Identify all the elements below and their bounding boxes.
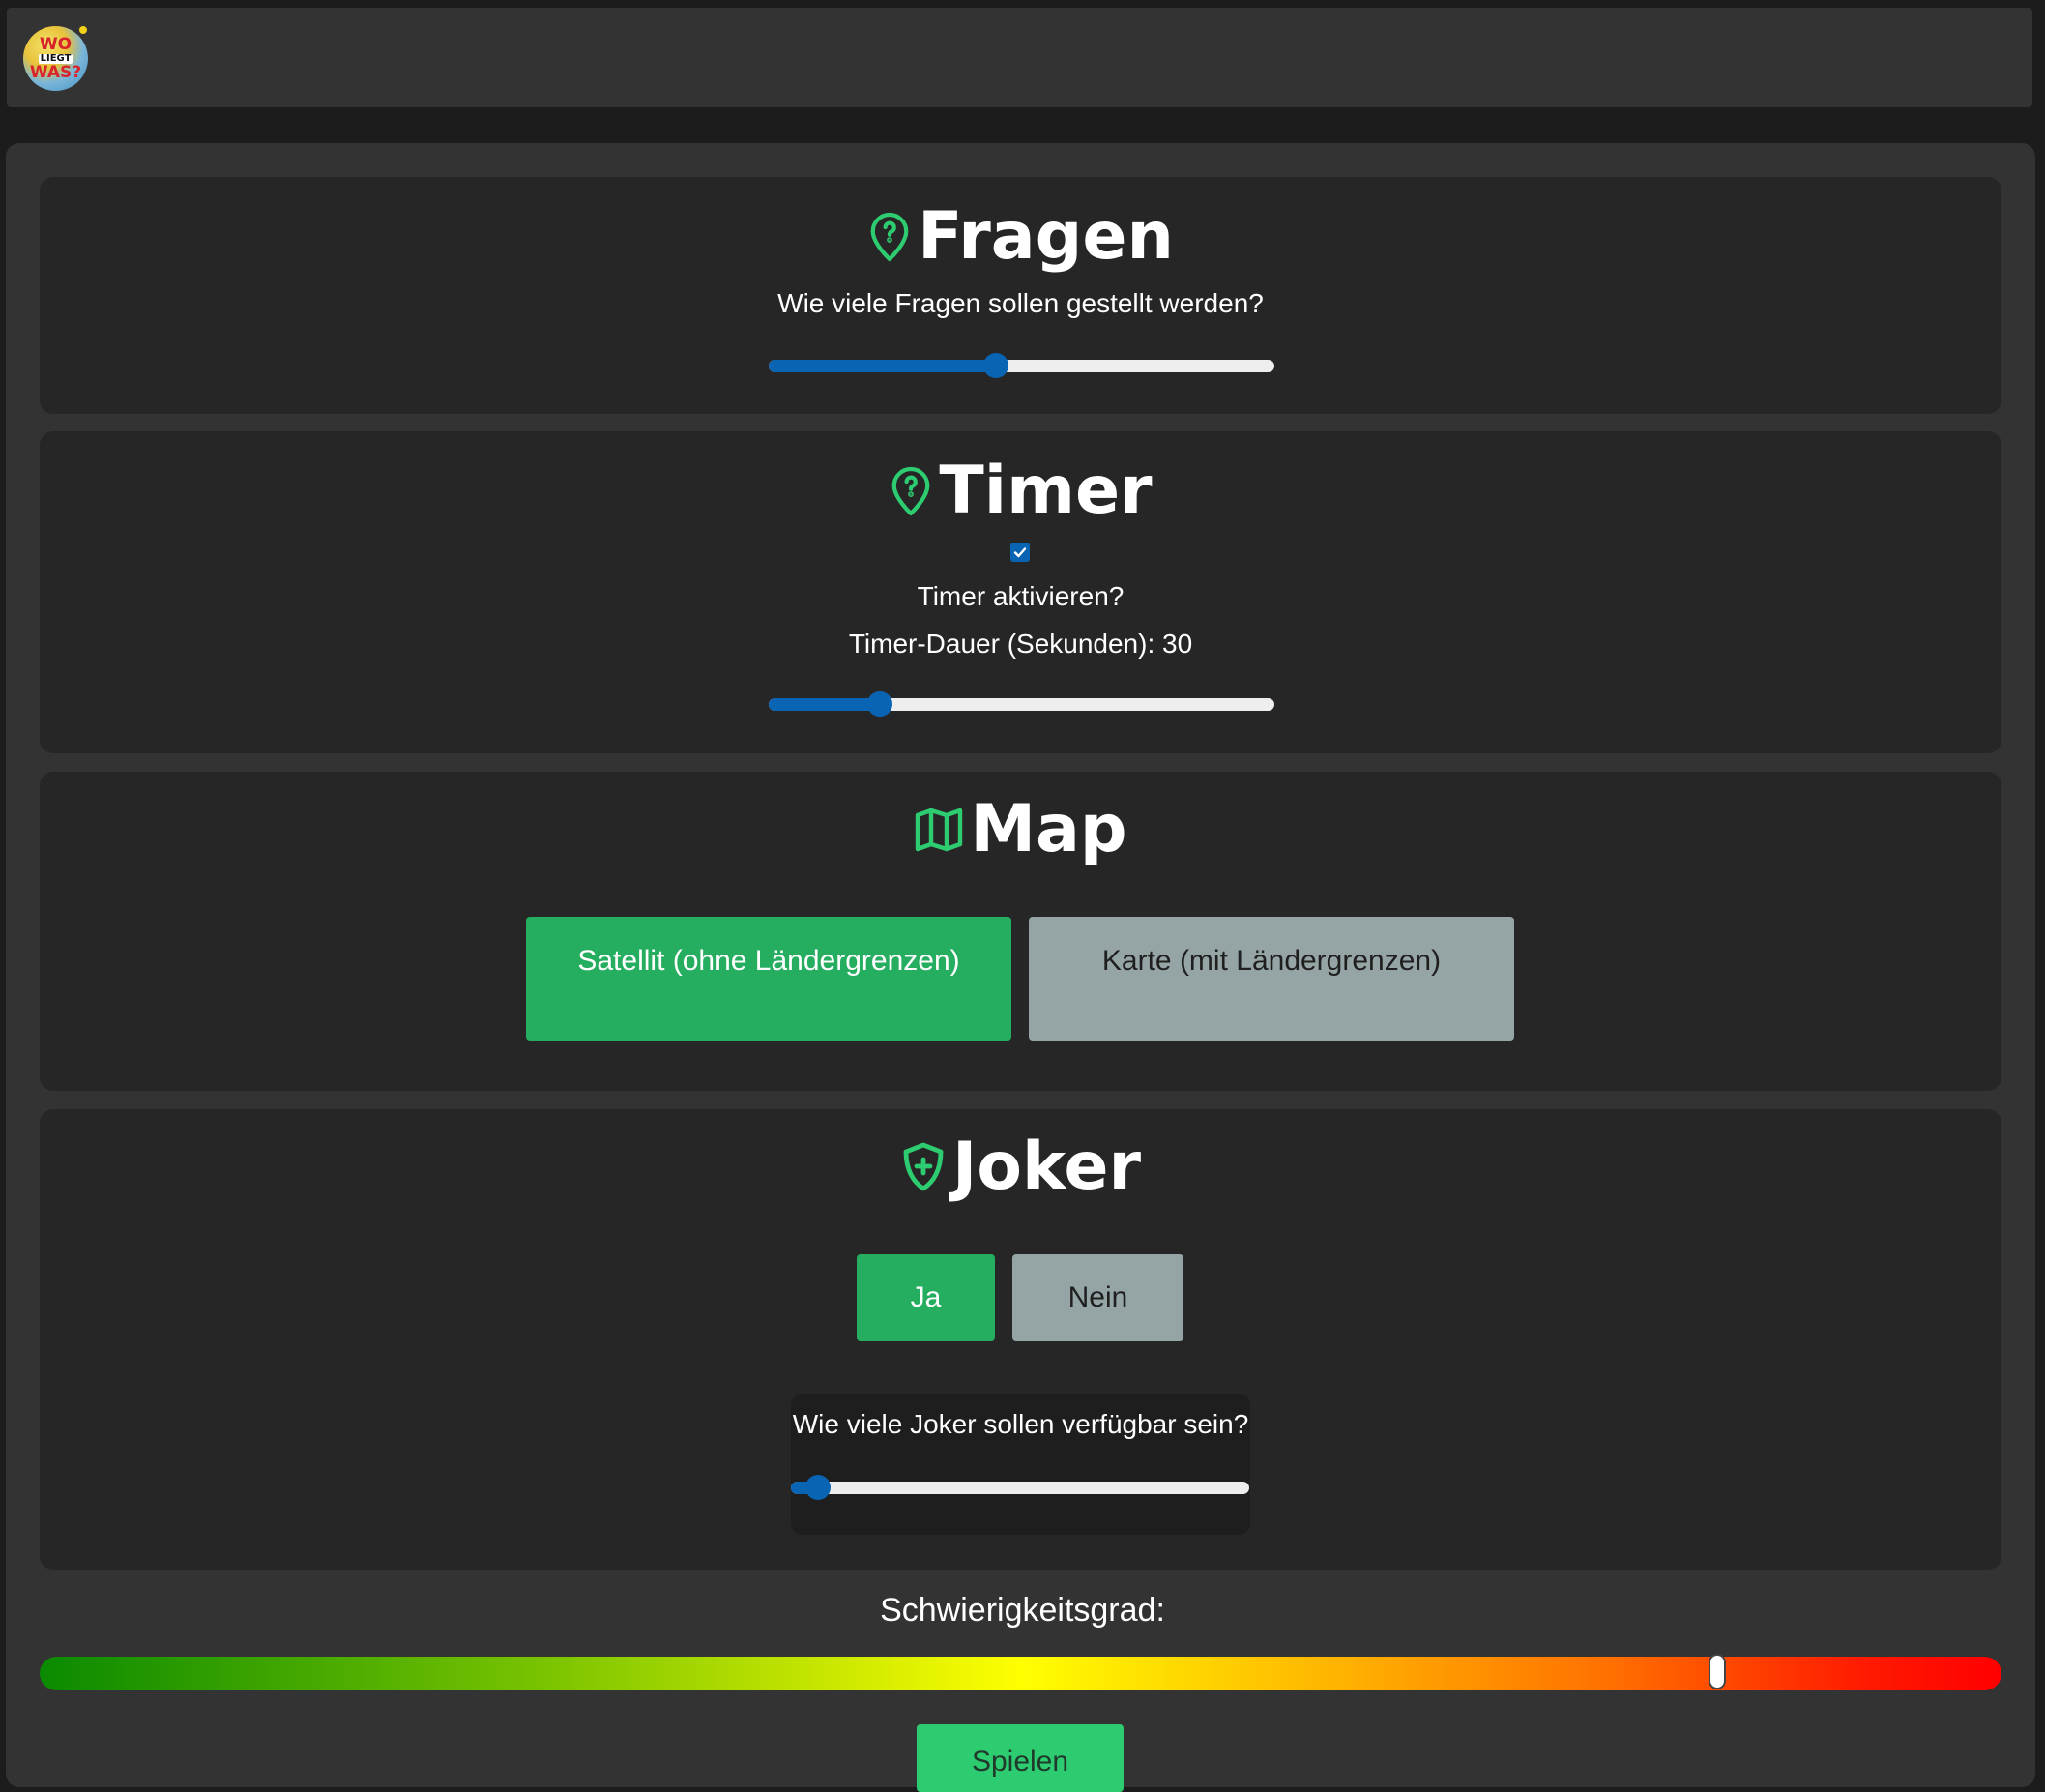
timer-duration-slider[interactable] bbox=[769, 691, 1274, 717]
difficulty-slider[interactable] bbox=[40, 1654, 2001, 1690]
questions-heading: Fragen bbox=[40, 204, 2001, 270]
map-pin-question-icon bbox=[867, 211, 912, 263]
play-button[interactable]: Spielen bbox=[917, 1724, 1124, 1792]
timer-enable-label: Timer aktivieren? bbox=[917, 581, 1125, 611]
logo-text-line3: WAS? bbox=[29, 62, 82, 82]
timer-duration-label: Timer-Dauer (Sekunden): 30 bbox=[848, 629, 1193, 659]
slider-fill bbox=[769, 698, 881, 711]
checkmark-icon bbox=[1013, 547, 1027, 558]
questions-card: Fragen Wie viele Fragen sollen gestellt … bbox=[40, 177, 2001, 414]
joker-count-slider[interactable] bbox=[791, 1475, 1249, 1500]
timer-enable-checkbox[interactable] bbox=[1010, 543, 1030, 562]
joker-title: Joker bbox=[951, 1129, 1142, 1205]
timer-title: Timer bbox=[939, 453, 1153, 529]
timer-heading: Timer bbox=[40, 458, 2001, 524]
difficulty-label: Schwierigkeitsgrad: bbox=[880, 1592, 1165, 1629]
timer-card: Timer Timer aktivieren? Timer-Dauer (Sek… bbox=[40, 431, 2001, 753]
app-logo[interactable]: WO LIEGT WAS? bbox=[23, 26, 88, 91]
logo-dot bbox=[79, 26, 87, 34]
map-icon bbox=[914, 806, 964, 854]
questions-prompt: Wie viele Fragen sollen gestellt werden? bbox=[777, 288, 1264, 318]
joker-heading: Joker bbox=[40, 1134, 2001, 1200]
logo-text-line2: LIEGT bbox=[38, 52, 73, 64]
top-navbar bbox=[7, 8, 2032, 107]
joker-count-prompt: Wie viele Joker sollen verfügbar sein? bbox=[792, 1409, 1249, 1439]
slider-thumb[interactable] bbox=[867, 691, 893, 717]
joker-count-box: Wie viele Joker sollen verfügbar sein? bbox=[791, 1394, 1250, 1535]
questions-title: Fragen bbox=[918, 198, 1174, 275]
joker-yes-button[interactable]: Ja bbox=[857, 1254, 995, 1341]
map-title: Map bbox=[970, 791, 1127, 867]
logo-text-line1: WO bbox=[39, 34, 73, 54]
difficulty-slider-thumb[interactable] bbox=[1708, 1654, 1726, 1689]
slider-thumb[interactable] bbox=[983, 353, 1009, 378]
joker-no-button[interactable]: Nein bbox=[1012, 1254, 1183, 1341]
slider-thumb[interactable] bbox=[805, 1475, 832, 1500]
slider-fill bbox=[769, 360, 997, 372]
map-pin-question-icon bbox=[889, 465, 933, 517]
map-heading: Map bbox=[40, 797, 2001, 863]
map-card: Map Satellit (ohne Ländergrenzen) Karte … bbox=[40, 772, 2001, 1091]
map-option-satellite-button[interactable]: Satellit (ohne Ländergrenzen) bbox=[526, 917, 1011, 1041]
map-option-borders-button[interactable]: Karte (mit Ländergrenzen) bbox=[1029, 917, 1514, 1041]
questions-count-slider[interactable] bbox=[769, 353, 1274, 378]
shield-plus-icon bbox=[900, 1141, 947, 1193]
